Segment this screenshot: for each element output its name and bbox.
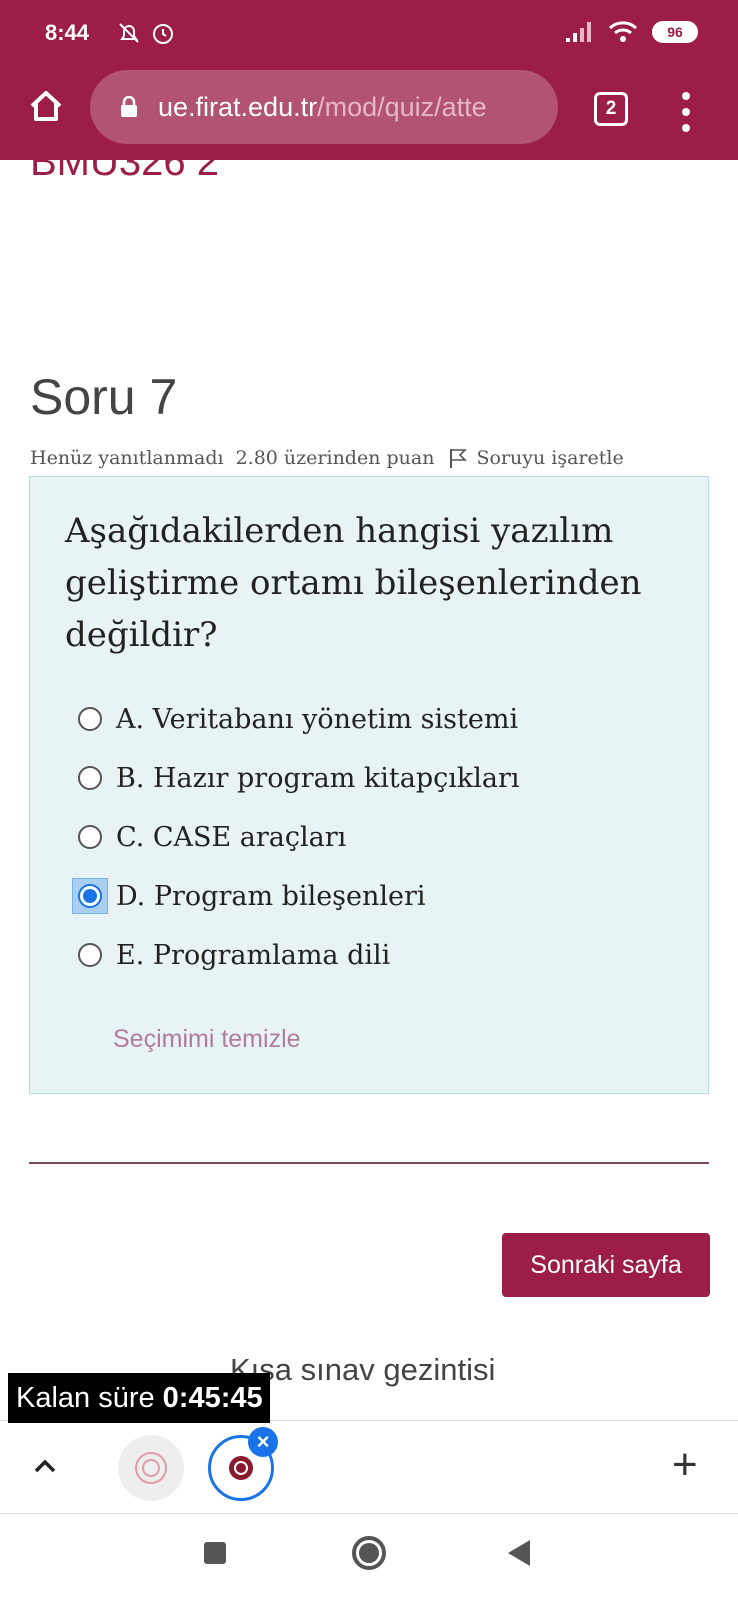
radio-d-selected[interactable] xyxy=(72,878,108,914)
next-page-button[interactable]: Sonraki sayfa xyxy=(502,1233,710,1297)
lock-icon xyxy=(121,96,137,117)
answer-option-a[interactable]: A. Veritabanı yönetim sistemi xyxy=(78,701,518,737)
url-host: ue.firat.edu.tr xyxy=(158,91,318,122)
tab-favicon-1[interactable] xyxy=(118,1435,184,1501)
browser-top-bar: 8:44 96 ue.firat.edu.tr/mod/quiz/atte 2 xyxy=(0,0,738,160)
answer-option-c[interactable]: C. CASE araçları xyxy=(78,819,346,855)
chevron-up-icon[interactable] xyxy=(30,1451,60,1481)
question-title: Soru 7 xyxy=(30,369,178,425)
question-box: Aşağıdakilerden hangisi yazılım geliştir… xyxy=(29,476,709,1094)
back-icon[interactable] xyxy=(508,1540,530,1566)
flag-icon[interactable] xyxy=(448,447,468,469)
radio-a[interactable] xyxy=(72,701,108,737)
radio-e[interactable] xyxy=(72,937,108,973)
question-status: Henüz yanıtlanmadı xyxy=(30,447,224,469)
answer-label[interactable]: A. Veritabanı yönetim sistemi xyxy=(116,704,518,735)
answer-label[interactable]: B. Hazır program kitapçıkları xyxy=(116,763,520,794)
timer-value: 0:45:45 xyxy=(162,1381,263,1414)
answer-label[interactable]: D. Program bileşenleri xyxy=(116,881,426,912)
signal-icon xyxy=(566,22,591,42)
radio-c[interactable] xyxy=(72,819,108,855)
answer-label[interactable]: C. CASE araçları xyxy=(116,822,346,853)
status-icons-right: 96 xyxy=(564,20,698,44)
battery-icon: 96 xyxy=(652,21,698,43)
timer-label: Kalan süre xyxy=(16,1381,155,1414)
answer-option-e[interactable]: E. Programlama dili xyxy=(78,937,390,973)
close-tab-icon[interactable]: × xyxy=(248,1427,278,1457)
overflow-menu-icon[interactable] xyxy=(676,92,696,132)
answer-option-d[interactable]: D. Program bileşenleri xyxy=(72,878,426,914)
divider xyxy=(29,1162,709,1164)
alarm-icon xyxy=(153,24,173,44)
university-logo-icon xyxy=(135,1452,167,1484)
home-nav-icon[interactable] xyxy=(352,1536,386,1570)
bottom-tab-strip: × + xyxy=(0,1420,738,1514)
answer-option-b[interactable]: B. Hazır program kitapçıkları xyxy=(78,760,520,796)
question-points: 2.80 üzerinden puan xyxy=(235,447,435,469)
time-remaining: Kalan süre 0:45:45 xyxy=(8,1373,270,1423)
clear-choice-link[interactable]: Seçimimi temizle xyxy=(113,1025,301,1054)
university-logo-icon xyxy=(229,1456,253,1480)
status-icons-left xyxy=(116,20,176,46)
answer-label[interactable]: E. Programlama dili xyxy=(116,940,390,971)
bell-off-icon xyxy=(119,23,139,43)
radio-b[interactable] xyxy=(72,760,108,796)
flag-question-link[interactable]: Soruyu işaretle xyxy=(476,447,623,469)
url-text: ue.firat.edu.tr/mod/quiz/atte xyxy=(158,92,487,123)
url-path: /mod/quiz/atte xyxy=(317,91,487,122)
question-text: Aşağıdakilerden hangisi yazılım geliştir… xyxy=(65,511,642,655)
url-bar[interactable]: ue.firat.edu.tr/mod/quiz/atte xyxy=(90,70,558,144)
status-time: 8:44 xyxy=(45,20,90,45)
recent-apps-icon[interactable] xyxy=(204,1542,226,1564)
wifi-icon xyxy=(608,21,638,42)
system-nav-bar xyxy=(0,1514,738,1600)
home-icon[interactable] xyxy=(26,86,66,126)
tab-switcher-button[interactable]: 2 xyxy=(594,92,628,126)
new-tab-icon[interactable]: + xyxy=(672,1443,698,1487)
question-meta: Henüz yanıtlanmadı 2.80 üzerinden puan S… xyxy=(30,447,624,469)
